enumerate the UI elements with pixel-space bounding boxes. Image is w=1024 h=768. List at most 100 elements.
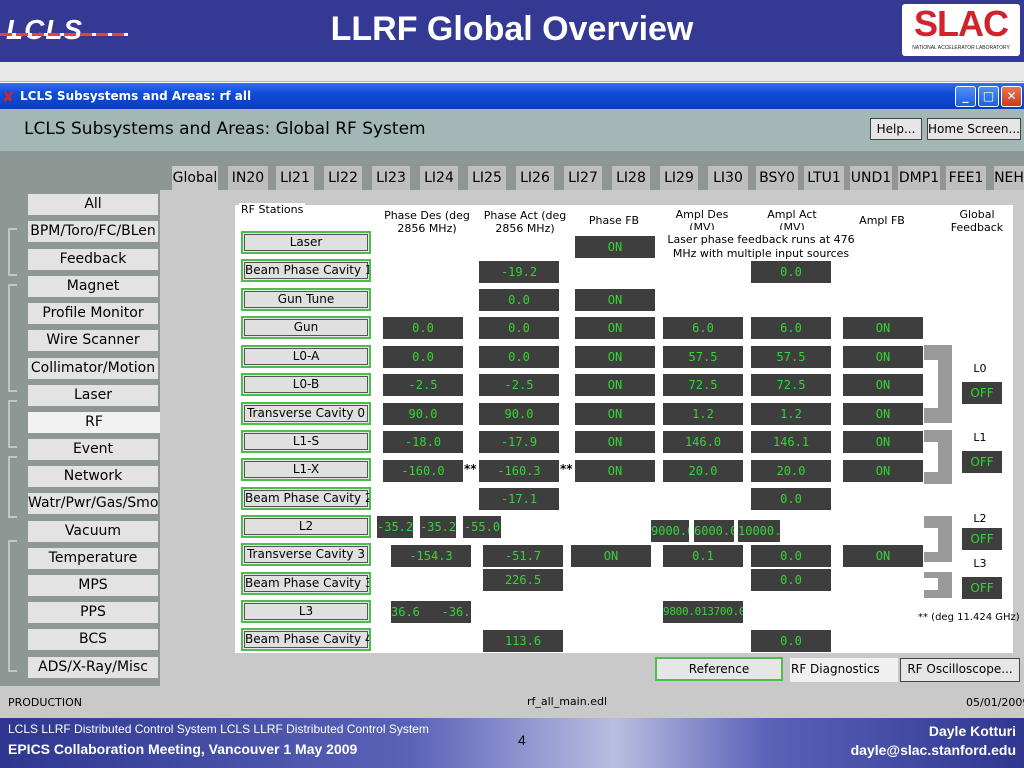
tab-bsy0[interactable]: BSY0 bbox=[756, 166, 798, 190]
help-button[interactable]: Help... bbox=[870, 118, 922, 140]
l0a-ampl-fb[interactable]: ON bbox=[843, 346, 923, 368]
tcav3-phase-des[interactable]: -154.3 bbox=[391, 545, 471, 567]
fb-l3-button[interactable]: OFF bbox=[962, 577, 1002, 599]
gun-phase-fb[interactable]: ON bbox=[575, 317, 655, 339]
nav-item-rf[interactable]: RF bbox=[28, 412, 160, 433]
nav-item-temperature[interactable]: Temperature bbox=[28, 548, 158, 569]
l2-phase-c[interactable]: -55.0 bbox=[463, 516, 501, 538]
fb-l1-button[interactable]: OFF bbox=[962, 451, 1002, 473]
station-l0a-button[interactable]: L0-A bbox=[241, 345, 371, 368]
nav-item-network[interactable]: Network bbox=[28, 466, 158, 487]
station-l1x-button[interactable]: L1-X bbox=[241, 458, 371, 481]
fb-l0-button[interactable]: OFF bbox=[962, 382, 1002, 404]
nav-item-ads-xray[interactable]: ADS/X-Ray/Misc bbox=[28, 657, 158, 678]
gun-phase-des[interactable]: 0.0 bbox=[383, 317, 463, 339]
nav-item-magnet[interactable]: Magnet bbox=[28, 276, 158, 297]
station-l2-button[interactable]: L2 bbox=[241, 515, 371, 538]
minimize-button[interactable]: _ bbox=[955, 86, 976, 107]
tab-li28[interactable]: LI28 bbox=[612, 166, 650, 190]
l3-phases[interactable]: 36.6 -36.6 bbox=[391, 601, 471, 623]
tab-und1[interactable]: UND1 bbox=[850, 166, 892, 190]
tcav0-phase-fb[interactable]: ON bbox=[575, 403, 655, 425]
maximize-button[interactable]: □ bbox=[978, 86, 999, 107]
l1x-phase-fb[interactable]: ON bbox=[575, 460, 655, 482]
nav-item-collimator[interactable]: Collimator/Motion bbox=[28, 358, 158, 379]
l0a-phase-fb[interactable]: ON bbox=[575, 346, 655, 368]
tab-li24[interactable]: LI24 bbox=[420, 166, 458, 190]
tab-fee1[interactable]: FEE1 bbox=[946, 166, 986, 190]
l1s-ampl-fb[interactable]: ON bbox=[843, 431, 923, 453]
l1x-ampl-fb[interactable]: ON bbox=[843, 460, 923, 482]
station-laser-button[interactable]: Laser bbox=[241, 231, 371, 254]
l2-phase-b[interactable]: -35.2 bbox=[420, 516, 456, 538]
nav-item-vacuum[interactable]: Vacuum bbox=[28, 521, 158, 542]
l2-ampl-a[interactable]: 9000.0 bbox=[651, 520, 689, 542]
l2-phase-a[interactable]: -35.2 bbox=[377, 516, 413, 538]
gun-tune-phase-fb[interactable]: ON bbox=[575, 289, 655, 311]
close-button[interactable]: ✕ bbox=[1001, 86, 1022, 107]
rf-oscilloscope-button[interactable]: RF Oscilloscope... bbox=[900, 658, 1020, 682]
tab-li27[interactable]: LI27 bbox=[564, 166, 602, 190]
station-bpc3-button[interactable]: Beam Phase Cavity 3 bbox=[241, 572, 371, 595]
gun-ampl-fb[interactable]: ON bbox=[843, 317, 923, 339]
l0b-phase-fb[interactable]: ON bbox=[575, 374, 655, 396]
tab-neh[interactable]: NEH bbox=[994, 166, 1024, 190]
l1s-phase-fb[interactable]: ON bbox=[575, 431, 655, 453]
station-l3-button[interactable]: L3 bbox=[241, 600, 371, 623]
tab-ltu1[interactable]: LTU1 bbox=[804, 166, 844, 190]
tab-li30[interactable]: LI30 bbox=[708, 166, 748, 190]
l0b-ampl-fb[interactable]: ON bbox=[843, 374, 923, 396]
gun-ampl-des[interactable]: 6.0 bbox=[663, 317, 743, 339]
l0b-ampl-des[interactable]: 72.5 bbox=[663, 374, 743, 396]
tab-li29[interactable]: LI29 bbox=[660, 166, 698, 190]
tcav0-ampl-fb[interactable]: ON bbox=[843, 403, 923, 425]
tcav0-phase-des[interactable]: 90.0 bbox=[383, 403, 463, 425]
station-bpc4-button[interactable]: Beam Phase Cavity 4 bbox=[241, 628, 371, 651]
tab-li26[interactable]: LI26 bbox=[516, 166, 554, 190]
station-gun-tune-button[interactable]: Gun Tune bbox=[241, 288, 371, 311]
tab-dmp1[interactable]: DMP1 bbox=[898, 166, 940, 190]
nav-item-event[interactable]: Event bbox=[28, 439, 158, 460]
tab-li25[interactable]: LI25 bbox=[468, 166, 506, 190]
station-gun-button[interactable]: Gun bbox=[241, 316, 371, 339]
tab-li21[interactable]: LI21 bbox=[276, 166, 314, 190]
tab-li22[interactable]: LI22 bbox=[324, 166, 362, 190]
tab-li23[interactable]: LI23 bbox=[372, 166, 410, 190]
l3-ampls[interactable]: 9800.013700.0 bbox=[663, 601, 743, 623]
l1s-phase-des[interactable]: -18.0 bbox=[383, 431, 463, 453]
l2-ampl-b[interactable]: 6000.0 bbox=[694, 520, 734, 542]
station-tcav3-button[interactable]: Transverse Cavity 3 bbox=[241, 543, 371, 566]
l1x-phase-des[interactable]: -160.0 bbox=[383, 460, 463, 482]
reference-button[interactable]: Reference bbox=[655, 657, 783, 681]
tab-in20[interactable]: IN20 bbox=[228, 166, 268, 190]
nav-item-laser[interactable]: Laser bbox=[28, 385, 158, 406]
fb-l2-button[interactable]: OFF bbox=[962, 528, 1002, 550]
station-tcav0-button[interactable]: Transverse Cavity 0 bbox=[241, 402, 371, 425]
station-l1s-button[interactable]: L1-S bbox=[241, 430, 371, 453]
tcav3-ampl-des[interactable]: 0.1 bbox=[663, 545, 743, 567]
l0a-phase-des[interactable]: 0.0 bbox=[383, 346, 463, 368]
tab-global[interactable]: Global bbox=[172, 166, 218, 190]
l3-ampl-b[interactable]: 13700.0 bbox=[701, 605, 743, 618]
l3-ampl-a[interactable]: 9800.0 bbox=[663, 605, 701, 618]
nav-item-feedback[interactable]: Feedback bbox=[28, 249, 158, 270]
tcav3-ampl-fb[interactable]: ON bbox=[843, 545, 923, 567]
station-bpc2-button[interactable]: Beam Phase Cavity 2 bbox=[241, 487, 371, 510]
tcav0-ampl-des[interactable]: 1.2 bbox=[663, 403, 743, 425]
nav-item-bcs[interactable]: BCS bbox=[28, 629, 158, 650]
nav-item-bpm[interactable]: BPM/Toro/FC/BLen bbox=[28, 221, 158, 242]
nav-item-all[interactable]: All bbox=[28, 194, 158, 215]
station-bpc1-button[interactable]: Beam Phase Cavity 1 bbox=[241, 259, 371, 282]
l3-phase-a[interactable]: 36.6 bbox=[391, 605, 420, 619]
l1s-ampl-des[interactable]: 146.0 bbox=[663, 431, 743, 453]
nav-item-wire-scanner[interactable]: Wire Scanner bbox=[28, 330, 158, 351]
nav-item-pps[interactable]: PPS bbox=[28, 602, 158, 623]
l1x-ampl-des[interactable]: 20.0 bbox=[663, 460, 743, 482]
l3-phase-b[interactable]: -36.6 bbox=[442, 605, 471, 619]
l0b-phase-des[interactable]: -2.5 bbox=[383, 374, 463, 396]
tcav3-phase-fb[interactable]: ON bbox=[571, 545, 651, 567]
laser-phase-fb[interactable]: ON bbox=[575, 236, 655, 258]
nav-item-mps[interactable]: MPS bbox=[28, 575, 158, 596]
home-screen-button[interactable]: Home Screen... bbox=[927, 118, 1021, 140]
l0a-ampl-des[interactable]: 57.5 bbox=[663, 346, 743, 368]
